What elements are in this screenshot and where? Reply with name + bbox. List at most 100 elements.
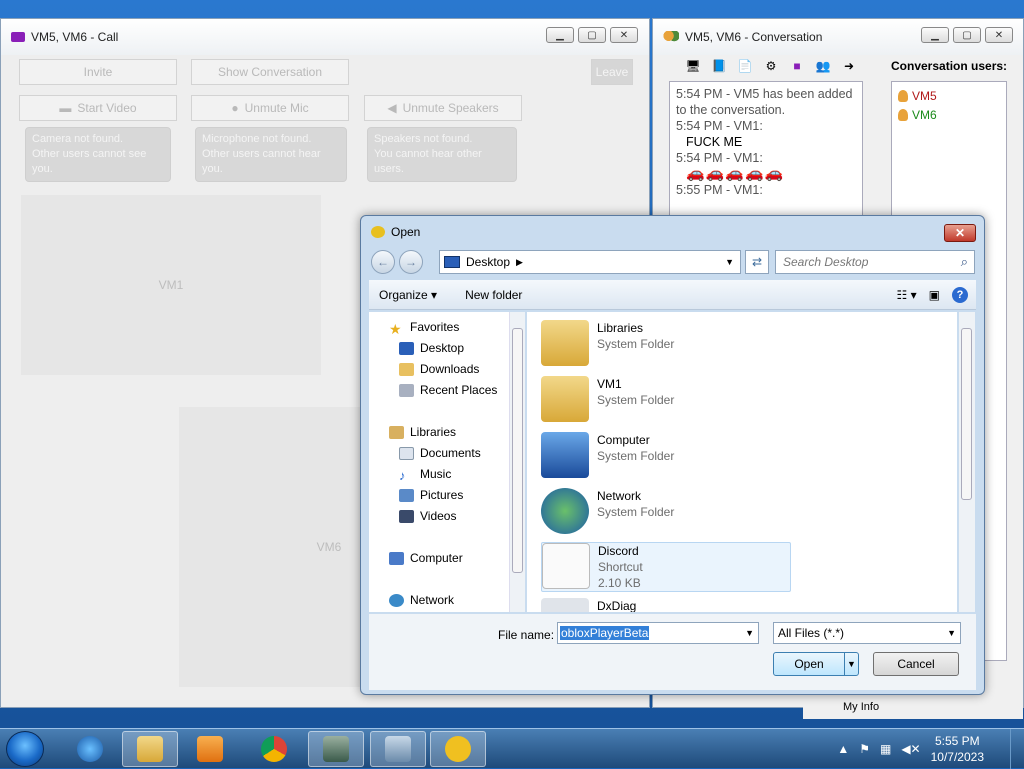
file-name-input[interactable]: obloxPlayerBeta ▼	[557, 622, 759, 644]
video-camera-icon	[11, 32, 25, 42]
preview-pane-icon[interactable]: ▣	[929, 288, 940, 302]
conversation-window-controls: ▁ ▢ ✕	[921, 27, 1013, 43]
new-folder-button[interactable]: New folder	[465, 288, 522, 302]
forward-button[interactable]: →	[399, 250, 423, 274]
action-center-icon[interactable]: ⚑	[859, 742, 870, 756]
refresh-button[interactable]: ⇄	[745, 250, 769, 274]
maximize-button[interactable]: ▢	[578, 27, 606, 43]
settings-icon[interactable]: ⚙	[761, 57, 781, 75]
nav-desktop[interactable]: Desktop	[399, 341, 464, 355]
chevron-down-icon[interactable]: ▼	[947, 628, 956, 638]
nav-downloads[interactable]: Downloads	[399, 362, 479, 376]
chrome-icon	[261, 736, 287, 762]
file-item-libraries[interactable]: Libraries System Folder	[541, 320, 791, 372]
user-icon	[898, 89, 908, 102]
invite-button[interactable]: Invite	[19, 59, 177, 85]
user-name: VM6	[912, 107, 937, 122]
chevron-down-icon[interactable]: ▼	[725, 257, 734, 267]
nav-pictures[interactable]: Pictures	[399, 488, 463, 502]
recent-places-icon	[399, 383, 414, 397]
scrollbar-thumb[interactable]	[961, 328, 972, 500]
network-app-task[interactable]	[370, 731, 426, 767]
folder-icon	[137, 736, 163, 762]
call-window-controls: ▁ ▢ ✕	[546, 27, 638, 43]
file-item-discord[interactable]: Discord Shortcut 2.10 KB	[541, 542, 791, 592]
organize-menu[interactable]: Organize ▾	[379, 288, 437, 302]
search-icon: ⌕	[960, 254, 968, 269]
chevron-down-icon[interactable]: ▼	[745, 628, 754, 638]
file-type-select[interactable]: All Files (*.*) ▼	[773, 622, 961, 644]
help-icon[interactable]: ?	[952, 287, 968, 303]
file-item-vm1[interactable]: VM1 System Folder	[541, 376, 791, 428]
start-video-button[interactable]: ▬ Start Video	[19, 95, 177, 121]
dialog-close-button[interactable]: ✕	[944, 224, 976, 242]
nav-favorites[interactable]: ★ Favorites	[389, 320, 459, 337]
cancel-button[interactable]: Cancel	[873, 652, 959, 676]
documents-icon	[399, 446, 414, 460]
send-file-icon[interactable]: 🖥	[683, 57, 703, 75]
file-item-computer[interactable]: Computer System Folder	[541, 432, 791, 484]
my-info-bar[interactable]: My Info	[803, 701, 1023, 719]
minimize-button[interactable]: ▁	[546, 27, 574, 43]
nav-libraries[interactable]: Libraries	[389, 425, 456, 439]
notebook-icon[interactable]: 📘	[709, 57, 729, 75]
nav-computer[interactable]: Computer	[389, 551, 463, 565]
explorer-task[interactable]	[122, 731, 178, 767]
nav-music[interactable]: ♪ Music	[399, 467, 451, 483]
clock[interactable]: 5:55 PM 10/7/2023	[931, 733, 984, 765]
media-player-task[interactable]	[182, 731, 238, 767]
dialog-title: Open	[391, 225, 421, 239]
video-call-icon[interactable]: ■	[787, 57, 807, 75]
back-button[interactable]: ←	[371, 250, 395, 274]
file-item-dxdiag[interactable]: DxDiag	[541, 598, 791, 612]
unmute-speakers-button[interactable]: ◀ Unmute Speakers	[364, 95, 522, 121]
maximize-button[interactable]: ▢	[953, 27, 981, 43]
show-conversation-button[interactable]: Show Conversation	[191, 59, 349, 85]
network-icon	[389, 593, 404, 607]
open-button[interactable]: Open ▼	[773, 652, 859, 676]
show-desktop-button[interactable]	[1010, 729, 1024, 769]
view-options-icon[interactable]: ☷ ▾	[897, 288, 917, 302]
open-options-dropdown[interactable]: ▼	[844, 653, 858, 675]
nav-documents[interactable]: Documents	[399, 446, 481, 460]
network-status-icon[interactable]: ▦	[880, 742, 891, 756]
navigation-scrollbar[interactable]	[509, 312, 525, 612]
dialog-titlebar[interactable]: Open	[361, 216, 984, 248]
internet-explorer-task[interactable]	[62, 731, 118, 767]
chevron-right-icon[interactable]: ▶	[516, 257, 523, 268]
volume-muted-icon[interactable]: ◀✕	[901, 742, 920, 756]
internet-explorer-icon	[77, 736, 103, 762]
libraries-icon	[389, 425, 404, 439]
nav-network[interactable]: Network	[389, 593, 454, 607]
close-button[interactable]: ✕	[610, 27, 638, 43]
exit-icon[interactable]: ➜	[839, 57, 859, 75]
chat-meta: 5:54 PM - VM5 has been added to the conv…	[676, 87, 853, 117]
call-window-title: VM5, VM6 - Call	[31, 30, 119, 44]
nav-videos[interactable]: Videos	[399, 509, 456, 523]
user-icon	[898, 108, 908, 121]
unmute-mic-button[interactable]: ● Unmute Mic	[191, 95, 349, 121]
file-item-network[interactable]: Network System Folder	[541, 488, 791, 540]
nav-recent-places[interactable]: Recent Places	[399, 383, 497, 397]
start-button[interactable]	[6, 731, 44, 767]
show-hidden-icons-icon[interactable]: ▲	[837, 742, 849, 756]
taskbar: ▲ ⚑ ▦ ◀✕ 5:55 PM 10/7/2023	[0, 728, 1024, 769]
monitor-task[interactable]	[308, 731, 364, 767]
user-item[interactable]: VM6	[898, 105, 1000, 124]
minimize-button[interactable]: ▁	[921, 27, 949, 43]
chat-history[interactable]: 5:54 PM - VM5 has been added to the conv…	[669, 81, 863, 221]
search-input[interactable]: Search Desktop ⌕	[775, 250, 975, 274]
leave-button[interactable]: Leave	[591, 59, 633, 85]
chrome-task[interactable]	[246, 731, 302, 767]
address-bar[interactable]: Desktop ▶ ▼	[439, 250, 741, 274]
users-icon	[663, 31, 679, 43]
close-button[interactable]: ✕	[985, 27, 1013, 43]
scrollbar-thumb[interactable]	[512, 328, 523, 573]
chat-app-task[interactable]	[430, 731, 486, 767]
mic-off-icon: ●	[231, 101, 239, 115]
document-icon[interactable]: 📄	[735, 57, 755, 75]
file-list-scrollbar[interactable]	[959, 312, 975, 612]
add-user-icon[interactable]: 👥	[813, 57, 833, 75]
user-item[interactable]: VM5	[898, 86, 1000, 105]
shortcut-file-icon	[542, 543, 590, 589]
